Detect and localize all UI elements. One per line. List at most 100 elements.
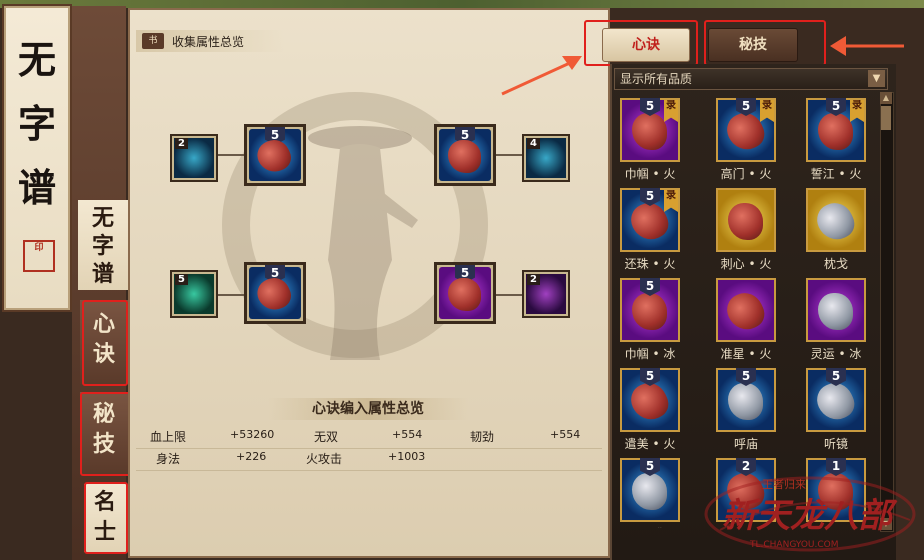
item-name: … 啡 (618, 525, 682, 528)
skill-icon: 4 (526, 138, 566, 178)
stats-title: 心诀编入属性总览 (268, 398, 468, 420)
gem-icon: 5 (620, 368, 680, 432)
gem-icon: 5录 (716, 98, 776, 162)
collection-item[interactable]: 枕戈 (804, 188, 868, 272)
slot-small-right-bottom[interactable]: 2 (522, 270, 570, 318)
slot-big-left-bottom[interactable]: 5 (244, 262, 306, 324)
red-stone (448, 140, 481, 173)
watermark-title: 新天龙八部 (722, 496, 892, 536)
collection-item[interactable]: 5 录还珠 • 火 (618, 188, 682, 272)
collection-item[interactable]: 5 录誓江 • 火 (804, 98, 868, 182)
slot-big-right-bottom[interactable]: 5 (434, 262, 496, 324)
item-name: 遣美 • 火 (624, 437, 676, 451)
item-name: 灵运 • 冰 (810, 347, 862, 361)
stat-name: 身法 (156, 452, 181, 466)
collection-item[interactable]: 刺心 • 火 (714, 188, 778, 272)
gem-icon: 5 (439, 265, 491, 319)
connector-line (496, 294, 522, 296)
book-title-char-2: 字 (17, 101, 56, 146)
book-icon: 书 (142, 33, 164, 49)
nav-wuzipu-char-3: 谱 (91, 261, 114, 287)
gem-icon: 5 (249, 127, 301, 181)
stone-glyph (632, 473, 667, 511)
item-name: 准星 • 火 (720, 347, 772, 361)
item-name: 呼庙 (733, 437, 758, 451)
arrow-left-head (562, 56, 582, 70)
collection-item[interactable]: 5 巾帼 • 冰 (618, 278, 682, 362)
gem-icon (716, 278, 776, 342)
collection-item[interactable]: 灵运 • 冰 (804, 278, 868, 362)
recorded-badge: 录 (850, 100, 864, 122)
stone-glyph (721, 287, 770, 336)
gem-icon: 5录 (620, 98, 680, 162)
item-name: 巾帼 • 火 (624, 167, 676, 181)
nav-tab-wuzipu[interactable]: 无 字 谱 (78, 200, 128, 290)
slot-big-right-top[interactable]: 5 (434, 124, 496, 186)
red-stone (253, 273, 296, 316)
collection-item[interactable]: 5 呼庙 (714, 368, 778, 452)
nav-wuzipu-char-1: 无 (91, 205, 114, 231)
watermark-site: TL.CHANGYOU.COM (750, 540, 839, 550)
gem-icon (806, 188, 866, 252)
stone-glyph (632, 293, 667, 331)
stats-row: 血上限 +53260 无双 +554 韧劲 +554 (136, 426, 602, 449)
stat-value: +554 (550, 428, 581, 441)
arrow-left-line (501, 60, 573, 96)
collection-item[interactable]: 5 … 啡 (618, 458, 682, 528)
slot-small-right-top[interactable]: 4 (522, 134, 570, 182)
stone-glyph (728, 383, 763, 421)
stone-glyph (728, 203, 763, 241)
slot-level: 5 (175, 274, 188, 285)
gem-icon: 5 (620, 278, 680, 342)
collection-item[interactable]: 5 录高门 • 火 (714, 98, 778, 182)
stat-value: +53260 (230, 428, 275, 441)
gem-icon (806, 278, 866, 342)
connector-line (216, 294, 246, 296)
arrow-right-head (830, 36, 846, 56)
item-name: 高门 • 火 (720, 167, 772, 181)
scroll-up-icon[interactable]: ▲ (880, 92, 892, 104)
gem-icon: 5 (716, 368, 776, 432)
collection-summary-label: 收集属性总览 (172, 35, 245, 49)
skill-icon: 2 (174, 138, 214, 178)
skill-icon: 2 (526, 274, 566, 314)
slot-level: 2 (527, 274, 540, 285)
stat-value: +554 (392, 428, 423, 441)
collection-item[interactable]: 5 录巾帼 • 火 (618, 98, 682, 182)
recorded-badge: 录 (760, 100, 774, 122)
red-stone (253, 135, 296, 178)
item-name: 还珠 • 火 (624, 257, 676, 271)
quality-filter-value: 显示所有品质 (620, 72, 693, 86)
chevron-down-icon[interactable]: ▼ (868, 70, 885, 87)
gem-icon: 5 (620, 458, 680, 522)
collection-item[interactable]: 5 遣美 • 火 (618, 368, 682, 452)
slot-small-left-top[interactable]: 2 (170, 134, 218, 182)
scroll-thumb[interactable] (881, 106, 891, 130)
stat-value: +226 (236, 450, 267, 463)
highlight-box-miji (80, 392, 132, 476)
gem-icon: 5录 (806, 98, 866, 162)
item-name: 巾帼 • 冰 (624, 347, 676, 361)
red-seal-stamp: 印 (23, 240, 55, 272)
item-name: 枕戈 (823, 257, 848, 271)
list-scrollbar[interactable] (880, 92, 894, 532)
connector-line (496, 154, 522, 156)
red-stone (448, 278, 481, 311)
stat-name: 火攻击 (306, 452, 343, 466)
item-name: 听镜 (823, 437, 848, 451)
gem-icon (716, 188, 776, 252)
stat-name: 无双 (314, 430, 339, 444)
nav-wuzipu-char-2: 字 (91, 233, 114, 259)
item-name: 刺心 • 火 (720, 257, 772, 271)
slot-level: 2 (175, 138, 188, 149)
gem-icon: 5录 (620, 188, 680, 252)
stat-name: 韧劲 (470, 430, 495, 444)
stone-glyph (818, 293, 853, 331)
swordsman-figure-decoration (308, 126, 418, 360)
slot-small-left-bottom[interactable]: 5 (170, 270, 218, 318)
gem-icon: 5 (806, 368, 866, 432)
collection-item[interactable]: 准星 • 火 (714, 278, 778, 362)
stats-row: 身法 +226 火攻击 +1003 (136, 448, 602, 471)
slot-big-left-top[interactable]: 5 (244, 124, 306, 186)
collection-item[interactable]: 5 听镜 (804, 368, 868, 452)
